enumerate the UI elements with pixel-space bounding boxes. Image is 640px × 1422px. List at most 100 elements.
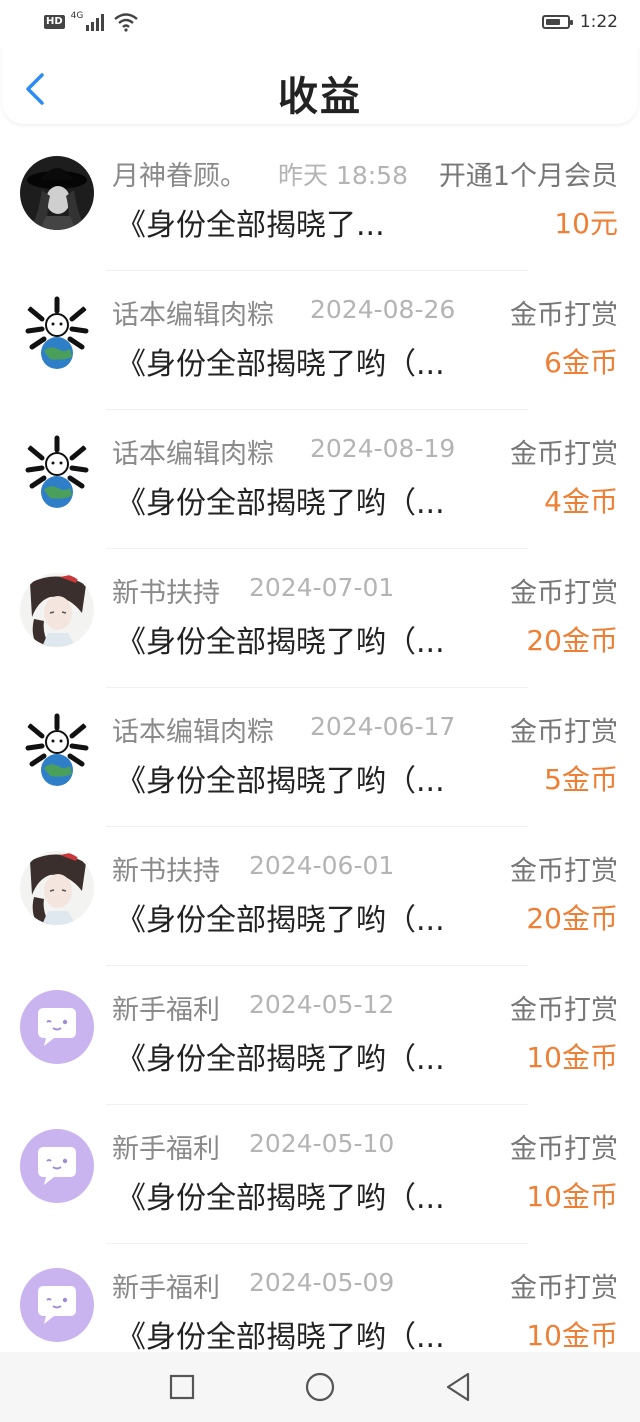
entry-amount: 4金币 — [544, 485, 618, 518]
list-item[interactable]: 新手福利 2024-05-10 金币打赏 《身份全部揭晓了哟（... 10金币 — [0, 1105, 640, 1244]
sender-name: 新书扶持 — [112, 856, 220, 887]
sender-name: 月神眷顾。 — [112, 161, 247, 192]
list-item[interactable]: 新手福利 2024-05-12 金币打赏 《身份全部揭晓了哟（... 10金币 — [0, 966, 640, 1105]
bone-cat-avatar — [20, 434, 94, 508]
avatar[interactable] — [20, 990, 94, 1064]
entry-date: 2024-07-01 — [249, 573, 395, 602]
entry-meta: 月神眷顾。 昨天 18:58 开通1个月会员 — [112, 154, 618, 192]
entry-amount: 10元 — [554, 207, 618, 240]
earnings-list: 月神眷顾。 昨天 18:58 开通1个月会员 《身份全部揭晓了... 10元 话… — [0, 132, 640, 1383]
entry-type: 金币打赏 — [510, 995, 618, 1026]
book-title: 《身份全部揭晓了哟（... — [116, 1042, 445, 1077]
bone-cat-avatar — [20, 712, 94, 786]
entry-amount: 10金币 — [526, 1041, 618, 1074]
book-title: 《身份全部揭晓了哟（... — [116, 347, 445, 382]
anime-character-avatar — [20, 573, 94, 647]
chat-bubble-avatar — [20, 990, 94, 1064]
entry-type: 金币打赏 — [510, 856, 618, 887]
sender-name: 话本编辑肉粽 — [112, 717, 274, 748]
avatar[interactable] — [20, 156, 94, 230]
entry-type: 金币打赏 — [510, 717, 618, 748]
avatar[interactable] — [20, 295, 94, 369]
entry-amount: 20金币 — [526, 624, 618, 657]
recents-square-icon — [169, 1374, 195, 1400]
chat-bubble-avatar — [20, 1268, 94, 1342]
avatar[interactable] — [20, 851, 94, 925]
entry-date: 2024-08-26 — [310, 295, 456, 324]
list-item[interactable]: 话本编辑肉粽 2024-08-19 金币打赏 《身份全部揭晓了哟（... 4金币 — [0, 410, 640, 549]
anime-character-avatar — [20, 851, 94, 925]
home-circle-icon — [305, 1372, 335, 1402]
network-label: 4G — [70, 11, 84, 21]
book-title: 《身份全部揭晓了哟（... — [116, 764, 445, 799]
nav-back-button[interactable] — [438, 1367, 478, 1407]
bone-cat-avatar — [20, 295, 94, 369]
list-item[interactable]: 话本编辑肉粽 2024-06-17 金币打赏 《身份全部揭晓了哟（... 5金币 — [0, 688, 640, 827]
entry-meta: 新书扶持 2024-06-01 金币打赏 — [112, 849, 618, 887]
entry-amount: 10金币 — [526, 1319, 618, 1352]
list-item[interactable]: 月神眷顾。 昨天 18:58 开通1个月会员 《身份全部揭晓了... 10元 — [0, 132, 640, 271]
hd-icon: HD — [44, 15, 65, 29]
status-right: 1:22 — [541, 12, 618, 32]
entry-type: 金币打赏 — [510, 1273, 618, 1304]
entry-type: 开通1个月会员 — [438, 161, 618, 192]
book-title: 《身份全部揭晓了... — [116, 208, 385, 243]
sender-name: 新手福利 — [112, 1134, 220, 1165]
entry-date: 2024-06-17 — [310, 712, 456, 741]
status-time: 1:22 — [579, 12, 618, 32]
entry-amount: 5金币 — [544, 763, 618, 796]
avatar[interactable] — [20, 1129, 94, 1203]
entry-meta: 话本编辑肉粽 2024-08-19 金币打赏 — [112, 432, 618, 470]
entry-amount: 20金币 — [526, 902, 618, 935]
battery-icon — [541, 15, 573, 29]
chat-bubble-avatar — [20, 1129, 94, 1203]
back-triangle-icon — [446, 1372, 470, 1402]
recents-button[interactable] — [162, 1367, 202, 1407]
avatar[interactable] — [20, 712, 94, 786]
list-item[interactable]: 新书扶持 2024-06-01 金币打赏 《身份全部揭晓了哟（... 20金币 — [0, 827, 640, 966]
status-bar: HD 4G 1:22 — [0, 0, 640, 44]
page-title: 收益 — [278, 74, 362, 120]
entry-date: 2024-05-09 — [249, 1268, 395, 1297]
status-left: HD 4G — [44, 11, 139, 32]
avatar[interactable] — [20, 1268, 94, 1342]
home-button[interactable] — [300, 1367, 340, 1407]
entry-type: 金币打赏 — [510, 578, 618, 609]
book-title: 《身份全部揭晓了哟（... — [116, 625, 445, 660]
avatar[interactable] — [20, 573, 94, 647]
entry-meta: 新手福利 2024-05-10 金币打赏 — [112, 1127, 618, 1165]
sender-name: 话本编辑肉粽 — [112, 300, 274, 331]
list-item[interactable]: 话本编辑肉粽 2024-08-26 金币打赏 《身份全部揭晓了哟（... 6金币 — [0, 271, 640, 410]
sender-name: 新书扶持 — [112, 578, 220, 609]
avatar[interactable] — [20, 434, 94, 508]
entry-date: 昨天 18:58 — [278, 161, 408, 190]
entry-meta: 新手福利 2024-05-09 金币打赏 — [112, 1266, 618, 1304]
entry-date: 2024-05-10 — [249, 1129, 395, 1158]
entry-meta: 新手福利 2024-05-12 金币打赏 — [112, 988, 618, 1026]
dark-hat-avatar — [20, 156, 94, 230]
entry-amount: 6金币 — [544, 346, 618, 379]
system-nav-bar — [0, 1352, 640, 1422]
sender-name: 新手福利 — [112, 1273, 220, 1304]
entry-meta: 话本编辑肉粽 2024-08-26 金币打赏 — [112, 293, 618, 331]
entry-meta: 新书扶持 2024-07-01 金币打赏 — [112, 571, 618, 609]
book-title: 《身份全部揭晓了哟（... — [116, 1181, 445, 1216]
battery-level-fill — [545, 19, 560, 25]
wifi-icon — [114, 13, 139, 32]
entry-meta: 话本编辑肉粽 2024-06-17 金币打赏 — [112, 710, 618, 748]
book-title: 《身份全部揭晓了哟（... — [116, 1320, 445, 1355]
entry-amount: 10金币 — [526, 1180, 618, 1213]
signal-icon — [86, 14, 105, 31]
app-header: 收益 — [2, 46, 638, 124]
book-title: 《身份全部揭晓了哟（... — [116, 903, 445, 938]
entry-date: 2024-08-19 — [310, 434, 456, 463]
list-item[interactable]: 新书扶持 2024-07-01 金币打赏 《身份全部揭晓了哟（... 20金币 — [0, 549, 640, 688]
sender-name: 新手福利 — [112, 995, 220, 1026]
entry-date: 2024-06-01 — [249, 851, 395, 880]
book-title: 《身份全部揭晓了哟（... — [116, 486, 445, 521]
entry-type: 金币打赏 — [510, 300, 618, 331]
sender-name: 话本编辑肉粽 — [112, 439, 274, 470]
entry-type: 金币打赏 — [510, 1134, 618, 1165]
entry-type: 金币打赏 — [510, 439, 618, 470]
entry-date: 2024-05-12 — [249, 990, 395, 1019]
